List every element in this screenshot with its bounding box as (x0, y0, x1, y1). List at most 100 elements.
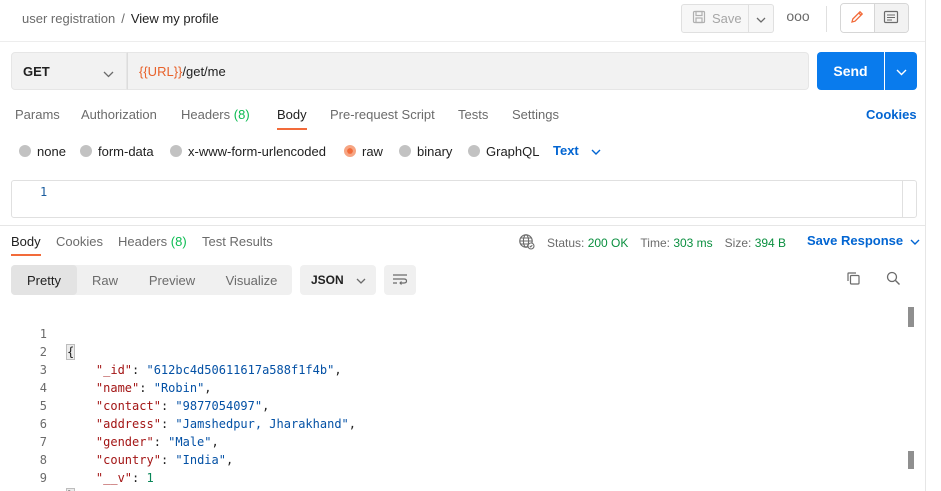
wrap-lines-icon (392, 273, 408, 288)
tab-authorization[interactable]: Authorization (81, 100, 157, 130)
copy-button[interactable] (843, 270, 863, 290)
size-label: Size: (724, 236, 752, 250)
tab-test-results[interactable]: Test Results (202, 226, 273, 256)
view-pretty[interactable]: Pretty (11, 265, 77, 295)
radio-dot (399, 145, 411, 157)
size-value: 394 B (754, 236, 787, 250)
globe-icon[interactable] (518, 233, 535, 253)
chevron-down-icon (896, 64, 907, 79)
tab-settings[interactable]: Settings (512, 100, 559, 130)
save-response-label: Save Response (807, 233, 904, 248)
documentation-button[interactable] (874, 4, 908, 32)
radio-dot (19, 145, 31, 157)
url-variable: {{URL}} (139, 63, 183, 79)
breadcrumb: user registration / View my profile (22, 11, 219, 26)
save-options-button[interactable] (749, 4, 774, 33)
code-line: 8 "__v": 1 (0, 433, 154, 485)
radio-label: none (37, 143, 66, 159)
radio-binary[interactable]: binary (399, 140, 452, 162)
tab-label: Headers (118, 234, 168, 249)
line-content: "address": "Jamshedpur, Jharakhand", (95, 417, 357, 431)
status-badge[interactable]: Status: 200 OK (547, 236, 628, 250)
send-button[interactable]: Send (817, 52, 884, 90)
code-line: 6 "gender": "Male", (0, 397, 219, 449)
tab-response-body[interactable]: Body (11, 226, 41, 256)
radio-graphql[interactable]: GraphQL (468, 140, 539, 162)
tab-label: Test Results (202, 234, 273, 249)
status-value: 200 OK (587, 236, 629, 250)
response-format-select[interactable]: JSON (300, 265, 376, 295)
pencil-icon (849, 9, 865, 28)
chevron-down-icon (356, 273, 366, 287)
radio-form-data[interactable]: form-data (80, 140, 154, 162)
code-line: 7 "country": "India", (0, 415, 233, 467)
tab-tests[interactable]: Tests (458, 100, 488, 130)
tab-label: Params (15, 107, 60, 122)
tab-label: Body (11, 234, 41, 249)
breadcrumb-collection[interactable]: user registration (22, 11, 115, 26)
code-line: 3 "name": "Robin", (0, 343, 212, 395)
response-scrollbar-thumb[interactable] (908, 307, 914, 327)
chevron-down-icon (756, 11, 766, 26)
edit-mode-button[interactable] (841, 4, 875, 32)
response-scrollbar-thumb[interactable] (908, 451, 914, 469)
json-key: "country" (95, 453, 161, 467)
radio-label: form-data (98, 143, 154, 159)
copy-icon (846, 271, 861, 289)
tab-response-cookies[interactable]: Cookies (56, 226, 103, 256)
cookies-link[interactable]: Cookies (866, 107, 917, 122)
view-visualize[interactable]: Visualize (211, 265, 292, 295)
size-badge[interactable]: Size: 394 B (725, 236, 786, 250)
radio-x-www-form-urlencoded[interactable]: x-www-form-urlencoded (170, 140, 326, 162)
line-content: "__v": 1 (95, 471, 154, 485)
editor-scrollbar[interactable] (902, 181, 916, 217)
panel-border (925, 0, 926, 491)
tab-label: Settings (512, 107, 559, 122)
json-value: "612bc4d50611617a588f1f4b" (146, 363, 335, 377)
view-raw[interactable]: Raw (77, 265, 133, 295)
radio-raw[interactable]: raw (344, 140, 383, 162)
send-options-button[interactable] (885, 52, 917, 90)
response-format-value: JSON (311, 273, 344, 287)
save-button[interactable]: Save (681, 4, 749, 33)
url-input[interactable]: {{URL}}/get/me (127, 52, 809, 90)
more-actions-button[interactable]: ooo (784, 8, 812, 28)
wrap-lines-button[interactable] (384, 265, 416, 295)
breadcrumb-request-name[interactable]: View my profile (131, 11, 219, 26)
method-value: GET (23, 63, 50, 79)
search-button[interactable] (883, 270, 903, 290)
tab-headers[interactable]: Headers (8) (181, 100, 250, 130)
method-select[interactable]: GET (11, 52, 127, 90)
response-body-viewer[interactable]: 1 { 2 "_id": "612bc4d50611617a588f1f4b",… (0, 307, 905, 491)
response-meta: Status: 200 OK Time: 303 ms Size: 394 B (518, 233, 786, 253)
json-key: "__v" (95, 471, 133, 485)
response-view-tabs: Pretty Raw Preview Visualize (11, 265, 292, 295)
line-content: } (65, 487, 76, 491)
view-preview[interactable]: Preview (133, 265, 211, 295)
raw-format-value: Text (553, 143, 579, 158)
request-body-editor[interactable]: 1 (11, 180, 917, 218)
tab-count: (8) (170, 234, 187, 249)
view-mode-toggle (840, 3, 909, 33)
json-value: 1 (146, 471, 154, 485)
tab-body[interactable]: Body (277, 100, 307, 130)
tab-pre-request-script[interactable]: Pre-request Script (330, 100, 435, 130)
code-line: 9 } (0, 451, 76, 491)
time-value: 303 ms (673, 236, 713, 250)
tab-label: Tests (458, 107, 489, 122)
search-icon (886, 271, 901, 289)
chevron-down-icon (591, 143, 601, 158)
document-icon (883, 10, 899, 27)
save-response-button[interactable]: Save Response (807, 233, 920, 248)
tab-response-headers[interactable]: Headers (8) (118, 226, 187, 256)
time-badge[interactable]: Time: 303 ms (640, 236, 712, 250)
line-content: "gender": "Male", (95, 435, 219, 449)
line-number: 9 (39, 471, 47, 485)
radio-dot-selected (344, 145, 356, 157)
raw-format-select[interactable]: Text (553, 143, 601, 158)
code-line: 1 { (0, 307, 76, 360)
tab-params[interactable]: Params (15, 100, 60, 130)
radio-none[interactable]: none (19, 140, 66, 162)
status-label: Status: (547, 236, 585, 250)
line-content: "_id": "612bc4d50611617a588f1f4b", (95, 363, 342, 377)
